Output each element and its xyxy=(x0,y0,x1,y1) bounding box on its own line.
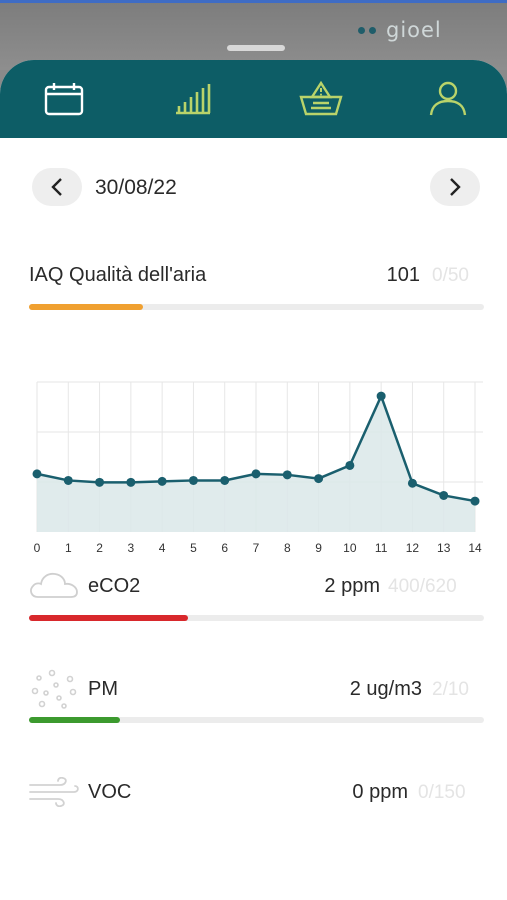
iaq-progress-track xyxy=(29,304,484,310)
x-tick-label: 4 xyxy=(159,541,166,555)
data-point xyxy=(157,476,167,486)
particles-icon xyxy=(31,669,77,709)
x-tick-label: 10 xyxy=(343,541,357,555)
iaq-progress-fill xyxy=(29,304,143,310)
x-tick-label: 14 xyxy=(468,541,482,555)
eco2-range: 400/620 xyxy=(388,576,457,597)
user-icon xyxy=(429,81,467,116)
x-tick-label: 9 xyxy=(315,541,322,555)
data-point xyxy=(314,474,324,484)
nav-calendar[interactable] xyxy=(41,78,87,120)
data-point xyxy=(376,391,386,401)
bottom-nav xyxy=(0,60,507,138)
data-point xyxy=(345,460,355,470)
iaq-label: IAQ Qualità dell'aria xyxy=(29,264,207,286)
iaq-line-chart: 0 1 2 3 4 5 6 7 8 9 10 11 12 13 14 xyxy=(32,381,483,555)
data-point xyxy=(95,477,105,487)
calendar-icon xyxy=(44,83,84,116)
data-point xyxy=(470,496,480,506)
x-tick-label: 8 xyxy=(284,541,291,555)
voc-range: 0/150 xyxy=(418,782,466,803)
x-tick-label: 5 xyxy=(190,541,197,555)
chevron-left-icon xyxy=(51,178,62,196)
date-selector: 30/08/22 xyxy=(0,168,507,208)
data-point xyxy=(188,475,198,485)
data-point xyxy=(32,469,42,479)
main-sheet: 30/08/22 IAQ Qualità dell'aria 101 0/50 … xyxy=(0,60,507,900)
x-tick-label: 12 xyxy=(406,541,420,555)
voc-value: 0 ppm xyxy=(352,781,408,803)
pm-progress-fill xyxy=(29,717,120,723)
x-tick-label: 3 xyxy=(128,541,135,555)
iaq-range: 0/50 xyxy=(432,265,469,286)
x-tick-label: 6 xyxy=(221,541,228,555)
pm-range: 2/10 xyxy=(432,679,469,700)
drag-handle[interactable] xyxy=(227,45,285,51)
x-tick-label: 13 xyxy=(437,541,451,555)
data-point xyxy=(407,478,417,488)
iaq-value: 101 xyxy=(386,264,420,286)
x-tick-label: 7 xyxy=(253,541,260,555)
nav-profile[interactable] xyxy=(425,78,471,120)
eco2-progress-track xyxy=(29,615,484,621)
data-point xyxy=(63,475,73,485)
pm-progress-track xyxy=(29,717,484,723)
data-point xyxy=(439,490,449,500)
wind-icon xyxy=(29,777,79,807)
x-tick-label: 1 xyxy=(65,541,72,555)
data-point xyxy=(126,477,136,487)
date-label: 30/08/22 xyxy=(95,176,177,199)
data-point xyxy=(220,475,230,485)
brand-logo: gioel xyxy=(358,18,442,42)
chevron-right-icon xyxy=(450,178,461,196)
nav-statistics[interactable] xyxy=(170,78,216,120)
eco2-label: eCO2 xyxy=(88,575,141,597)
pm-value: 2 ug/m3 xyxy=(349,678,422,700)
eco2-progress-fill xyxy=(29,615,188,621)
data-point xyxy=(251,469,261,479)
next-day-button[interactable] xyxy=(430,168,480,206)
data-point xyxy=(282,470,292,480)
basket-warning-icon xyxy=(299,81,343,116)
previous-day-button[interactable] xyxy=(32,168,82,206)
eco2-value: 2 ppm xyxy=(324,575,380,597)
pm-label: PM xyxy=(88,678,118,700)
x-tick-label: 2 xyxy=(96,541,103,555)
nav-alerts[interactable] xyxy=(298,78,344,120)
logo-text: gioel xyxy=(386,18,442,42)
voc-label: VOC xyxy=(88,781,132,803)
x-tick-label: 11 xyxy=(375,541,388,555)
cloud-icon xyxy=(30,572,78,598)
signal-bars-icon xyxy=(176,84,211,115)
x-tick-label: 0 xyxy=(34,541,41,555)
